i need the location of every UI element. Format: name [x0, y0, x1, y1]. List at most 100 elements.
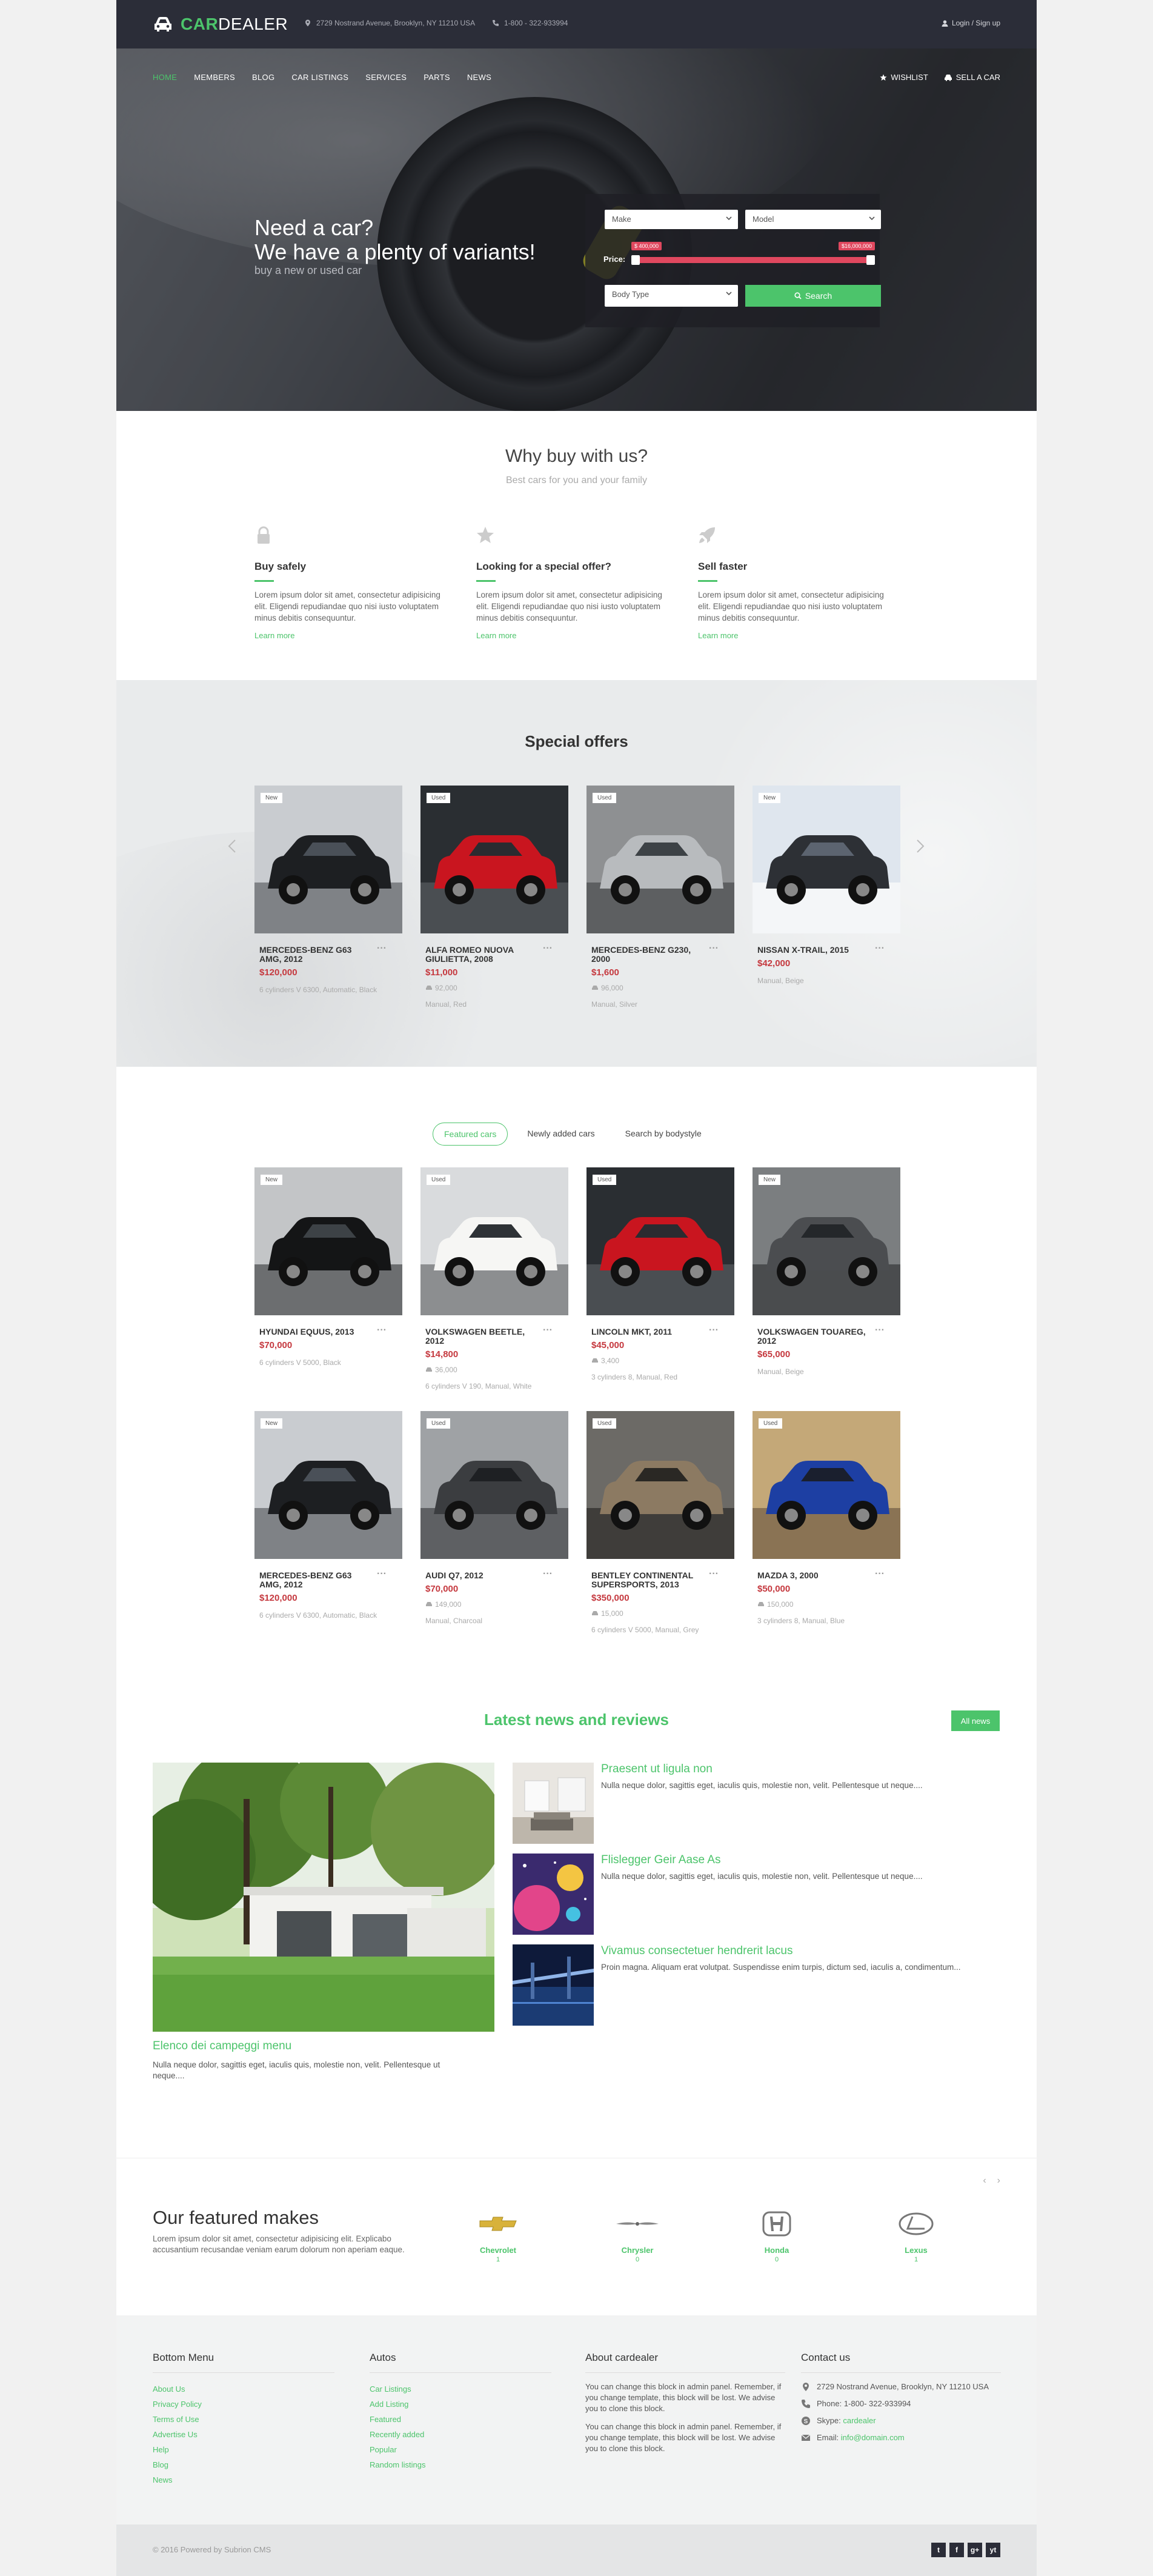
nav-item-news[interactable]: NEWS — [467, 73, 491, 82]
news-item-title[interactable]: Praesent ut ligula non — [601, 1763, 713, 1776]
footer-link[interactable]: News — [153, 2472, 334, 2488]
price-max-handle[interactable]: $16,000,000 — [838, 242, 875, 265]
car-name[interactable]: LINCOLN MKT, 2011 ··· — [586, 1326, 734, 1336]
car-card[interactable]: New VOLKSWAGEN TOUAREG, 2012 ··· $65,000 … — [753, 1167, 900, 1376]
more-options-icon[interactable]: ··· — [543, 944, 553, 953]
news-main-image[interactable] — [153, 1763, 494, 2032]
car-image[interactable]: Used — [753, 1411, 900, 1559]
car-image[interactable]: New — [753, 1167, 900, 1315]
nav-item-parts[interactable]: PARTS — [424, 73, 450, 82]
carousel-next-icon[interactable] — [912, 839, 927, 853]
google-plus-icon[interactable]: g+ — [968, 2543, 982, 2557]
make-honda[interactable]: Honda 0 — [746, 2207, 807, 2263]
car-image[interactable]: Used — [420, 786, 568, 933]
car-image[interactable]: Used — [586, 1411, 734, 1559]
car-image[interactable]: New — [254, 1411, 402, 1559]
make-chevrolet[interactable]: Chevrolet 1 — [468, 2207, 528, 2263]
footer-link[interactable]: Help — [153, 2442, 334, 2457]
nav-item-services[interactable]: SERVICES — [365, 73, 407, 82]
footer-link[interactable]: Add Listing — [370, 2397, 551, 2412]
carousel-prev-icon[interactable] — [225, 839, 240, 853]
sell-car-link[interactable]: SELL A CAR — [944, 73, 1000, 82]
body-type-select[interactable]: Body Type — [605, 285, 738, 307]
car-image[interactable]: New — [753, 786, 900, 933]
car-name[interactable]: VOLKSWAGEN TOUAREG, 2012 ··· — [753, 1326, 900, 1346]
car-name[interactable]: BENTLEY CONTINENTAL SUPERSPORTS, 2013 ··· — [586, 1569, 734, 1589]
learn-more-link[interactable]: Learn more — [254, 631, 454, 640]
make-chrysler[interactable]: Chrysler 0 — [607, 2207, 668, 2263]
car-card[interactable]: Used MAZDA 3, 2000 ··· $50,000 150,000 3 … — [753, 1411, 900, 1626]
news-item-title[interactable]: Vivamus consectetuer hendrerit lacus — [601, 1944, 792, 1958]
model-select[interactable]: Model — [745, 210, 881, 229]
footer-link[interactable]: Recently added — [370, 2427, 551, 2442]
chevron-left-icon[interactable]: ‹ — [983, 2175, 986, 2186]
search-button[interactable]: Search — [745, 285, 881, 307]
car-image[interactable]: Used — [420, 1167, 568, 1315]
learn-more-link[interactable]: Learn more — [698, 631, 898, 640]
car-card[interactable]: Used BENTLEY CONTINENTAL SUPERSPORTS, 20… — [586, 1411, 734, 1635]
car-image[interactable]: New — [254, 786, 402, 933]
more-options-icon[interactable]: ··· — [875, 1326, 885, 1335]
wishlist-link[interactable]: WISHLIST — [880, 73, 928, 82]
car-card[interactable]: New HYUNDAI EQUUS, 2013 ··· $70,000 6 cyl… — [254, 1167, 402, 1367]
footer-link[interactable]: Car Listings — [370, 2381, 551, 2397]
car-image[interactable]: Used — [420, 1411, 568, 1559]
twitter-icon[interactable]: t — [931, 2543, 946, 2557]
news-item-title[interactable]: Flislegger Geir Aase As — [601, 1854, 720, 1867]
car-image[interactable]: Used — [586, 786, 734, 933]
car-card[interactable]: Used AUDI Q7, 2012 ··· $70,000 149,000 Ma… — [420, 1411, 568, 1626]
car-name[interactable]: AUDI Q7, 2012 ··· — [420, 1569, 568, 1580]
car-card[interactable]: New MERCEDES-BENZ G63 AMG, 2012 ··· $120,… — [254, 1411, 402, 1620]
car-image[interactable]: Used — [586, 1167, 734, 1315]
chevron-right-icon[interactable]: › — [997, 2175, 1000, 2186]
tab-featured-cars[interactable]: Featured cars — [433, 1123, 508, 1146]
car-name[interactable]: MAZDA 3, 2000 ··· — [753, 1569, 900, 1580]
car-card[interactable]: New NISSAN X-TRAIL, 2015 ··· $42,000 Manu… — [753, 786, 900, 986]
tab-newly-added[interactable]: Newly added cars — [516, 1123, 605, 1146]
footer-link[interactable]: Popular — [370, 2442, 551, 2457]
footer-link[interactable]: About Us — [153, 2381, 334, 2397]
car-name[interactable]: VOLKSWAGEN BEETLE, 2012 ··· — [420, 1326, 568, 1346]
make-lexus[interactable]: Lexus 1 — [886, 2207, 946, 2263]
car-card[interactable]: Used VOLKSWAGEN BEETLE, 2012 ··· $14,800 … — [420, 1167, 568, 1391]
news-thumb[interactable] — [513, 1944, 594, 2026]
price-min-handle[interactable]: $ 400,000 — [631, 242, 662, 265]
footer-link[interactable]: Blog — [153, 2457, 334, 2472]
price-range-slider[interactable]: $ 400,000 $16,000,000 — [631, 242, 875, 265]
tab-search-bodystyle[interactable]: Search by bodystyle — [614, 1123, 713, 1146]
car-image[interactable]: New — [254, 1167, 402, 1315]
more-options-icon[interactable]: ··· — [543, 1326, 553, 1335]
facebook-icon[interactable]: f — [949, 2543, 964, 2557]
car-name[interactable]: HYUNDAI EQUUS, 2013 ··· — [254, 1326, 402, 1336]
footer-link[interactable]: Featured — [370, 2412, 551, 2427]
login-link[interactable]: Login / Sign up — [942, 19, 1000, 27]
learn-more-link[interactable]: Learn more — [476, 631, 676, 640]
make-select[interactable]: Make — [605, 210, 738, 229]
car-name[interactable]: ALFA ROMEO NUOVA GIULIETTA, 2008 ··· — [420, 944, 568, 964]
news-thumb[interactable] — [513, 1854, 594, 1935]
more-options-icon[interactable]: ··· — [875, 944, 885, 953]
more-options-icon[interactable]: ··· — [377, 944, 387, 953]
logo[interactable]: CARDEALER — [153, 13, 288, 35]
car-card[interactable]: Used MERCEDES-BENZ G230, 2000 ··· $1,600 … — [586, 786, 734, 1009]
nav-item-blog[interactable]: BLOG — [252, 73, 274, 82]
news-main-title[interactable]: Elenco dei campeggi menu — [153, 2040, 291, 2053]
more-options-icon[interactable]: ··· — [377, 1569, 387, 1579]
more-options-icon[interactable]: ··· — [709, 944, 719, 953]
nav-item-home[interactable]: HOME — [153, 73, 177, 82]
more-options-icon[interactable]: ··· — [543, 1569, 553, 1579]
nav-item-car-listings[interactable]: CAR LISTINGS — [291, 73, 348, 82]
footer-link[interactable]: Privacy Policy — [153, 2397, 334, 2412]
email-link[interactable]: info@domain.com — [841, 2433, 905, 2442]
all-news-button[interactable]: All news — [951, 1710, 1000, 1731]
more-options-icon[interactable]: ··· — [709, 1569, 719, 1579]
more-options-icon[interactable]: ··· — [875, 1569, 885, 1579]
car-name[interactable]: MERCEDES-BENZ G63 AMG, 2012 ··· — [254, 944, 402, 964]
car-name[interactable]: NISSAN X-TRAIL, 2015 ··· — [753, 944, 900, 955]
car-card[interactable]: Used LINCOLN MKT, 2011 ··· $45,000 3,400 … — [586, 1167, 734, 1382]
footer-link[interactable]: Random listings — [370, 2457, 551, 2472]
nav-item-members[interactable]: MEMBERS — [194, 73, 235, 82]
car-card[interactable]: New MERCEDES-BENZ G63 AMG, 2012 ··· $120,… — [254, 786, 402, 995]
footer-link[interactable]: Terms of Use — [153, 2412, 334, 2427]
youtube-icon[interactable]: yt — [986, 2543, 1000, 2557]
